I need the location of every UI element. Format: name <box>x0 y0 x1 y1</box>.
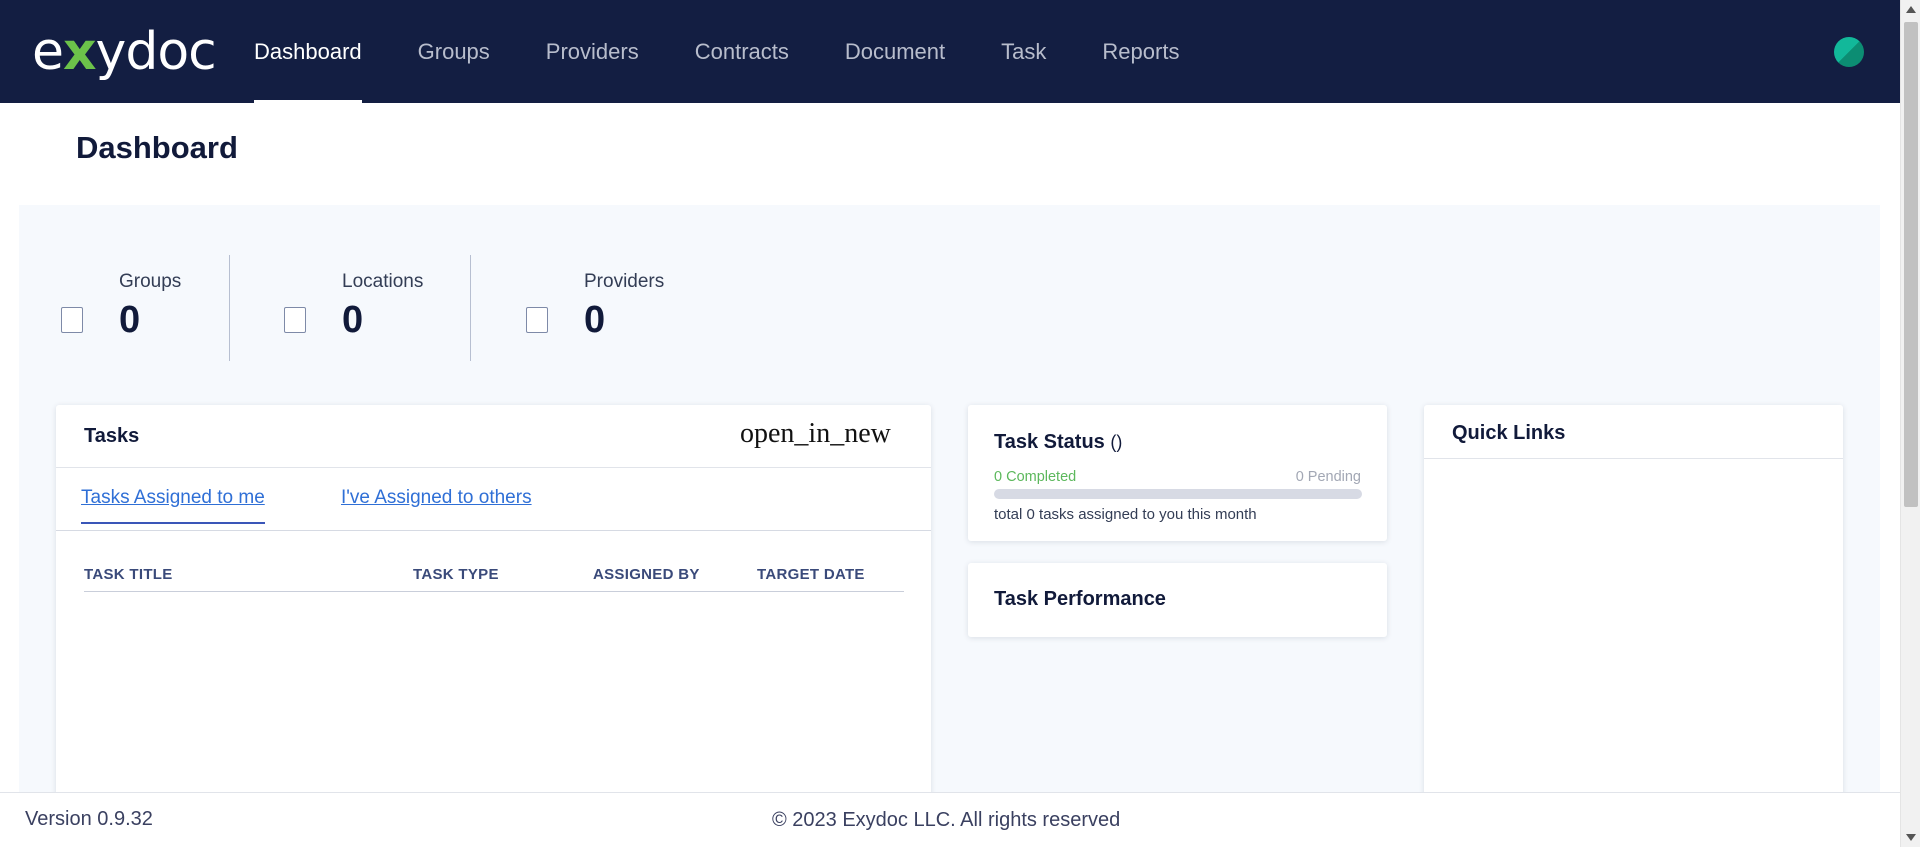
nav-reports[interactable]: Reports <box>1102 0 1179 103</box>
main-nav: Dashboard Groups Providers Contracts Doc… <box>254 0 1235 103</box>
task-status-title-suffix: () <box>1110 432 1123 452</box>
nav-task[interactable]: Task <box>1001 0 1046 103</box>
scroll-up-arrow-icon[interactable] <box>1906 6 1916 13</box>
version-label: Version 0.9.32 <box>25 808 153 830</box>
task-status-title: Task Status () <box>994 431 1122 454</box>
logo-text-end: ydoc <box>95 22 217 82</box>
vertical-scrollbar[interactable] <box>1900 0 1920 847</box>
user-avatar[interactable] <box>1834 37 1864 67</box>
dashboard-content: Groups 0 Locations 0 Providers 0 Tasks o… <box>19 205 1880 825</box>
column-header-target-date[interactable]: TARGET DATE <box>757 566 865 583</box>
locations-checkbox-icon <box>284 307 306 333</box>
task-status-card: Task Status () 0 Completed 0 Pending tot… <box>968 405 1387 541</box>
tasks-table-header: TASK TITLE TASK TYPE ASSIGNED BY TARGET … <box>84 560 904 592</box>
quick-links-header: Quick Links <box>1424 405 1843 459</box>
completed-count: 0 Completed <box>994 469 1077 485</box>
quick-links-card: Quick Links <box>1424 405 1843 825</box>
column-header-assigned-by[interactable]: ASSIGNED BY <box>593 566 700 583</box>
stat-divider <box>229 255 230 361</box>
stat-divider <box>470 255 471 361</box>
tab-assigned-to-others[interactable]: I've Assigned to others <box>341 487 532 509</box>
logo-text-start: e <box>32 22 64 82</box>
tasks-card: Tasks open_in_new Tasks Assigned to me I… <box>56 405 931 825</box>
exydoc-logo[interactable]: e x ydoc <box>32 22 217 82</box>
tasks-card-header: Tasks open_in_new <box>56 405 931 468</box>
stat-value: 0 <box>119 299 141 341</box>
nav-contracts[interactable]: Contracts <box>695 0 789 103</box>
column-header-task-title[interactable]: TASK TITLE <box>84 566 173 583</box>
column-header-task-type[interactable]: TASK TYPE <box>413 566 499 583</box>
task-progress-bar <box>994 489 1362 499</box>
groups-checkbox-icon <box>61 307 83 333</box>
nav-dashboard[interactable]: Dashboard <box>254 0 362 103</box>
copyright-text: © 2023 Exydoc LLC. All rights reserved <box>772 809 1121 831</box>
tasks-title: Tasks <box>84 425 140 447</box>
nav-groups[interactable]: Groups <box>418 0 490 103</box>
nav-document[interactable]: Document <box>845 0 945 103</box>
stat-value: 0 <box>584 299 606 341</box>
page-title: Dashboard <box>76 130 238 165</box>
open-in-new-icon[interactable]: open_in_new <box>740 418 891 450</box>
stat-value: 0 <box>342 299 364 341</box>
task-performance-card: Task Performance <box>968 563 1387 637</box>
logo-text-x: x <box>63 22 97 82</box>
top-navbar: e x ydoc Dashboard Groups Providers Contra… <box>0 0 1900 103</box>
task-performance-title: Task Performance <box>994 588 1166 610</box>
task-status-note: total 0 tasks assigned to you this month <box>994 506 1257 523</box>
tasks-tabs: Tasks Assigned to me I've Assigned to ot… <box>56 469 931 531</box>
footer: Version 0.9.32 © 2023 Exydoc LLC. All ri… <box>0 792 1900 847</box>
scroll-thumb[interactable] <box>1904 22 1918 507</box>
quick-links-title: Quick Links <box>1452 422 1566 444</box>
nav-providers[interactable]: Providers <box>546 0 639 103</box>
tab-tasks-assigned-to-me[interactable]: Tasks Assigned to me <box>81 487 265 524</box>
pending-count: 0 Pending <box>1295 469 1361 485</box>
stat-label: Groups <box>119 271 182 292</box>
providers-checkbox-icon <box>526 307 548 333</box>
stat-label: Providers <box>584 271 665 292</box>
scroll-down-arrow-icon[interactable] <box>1906 834 1916 841</box>
stat-label: Locations <box>342 271 424 292</box>
task-status-title-text: Task Status <box>994 431 1105 453</box>
